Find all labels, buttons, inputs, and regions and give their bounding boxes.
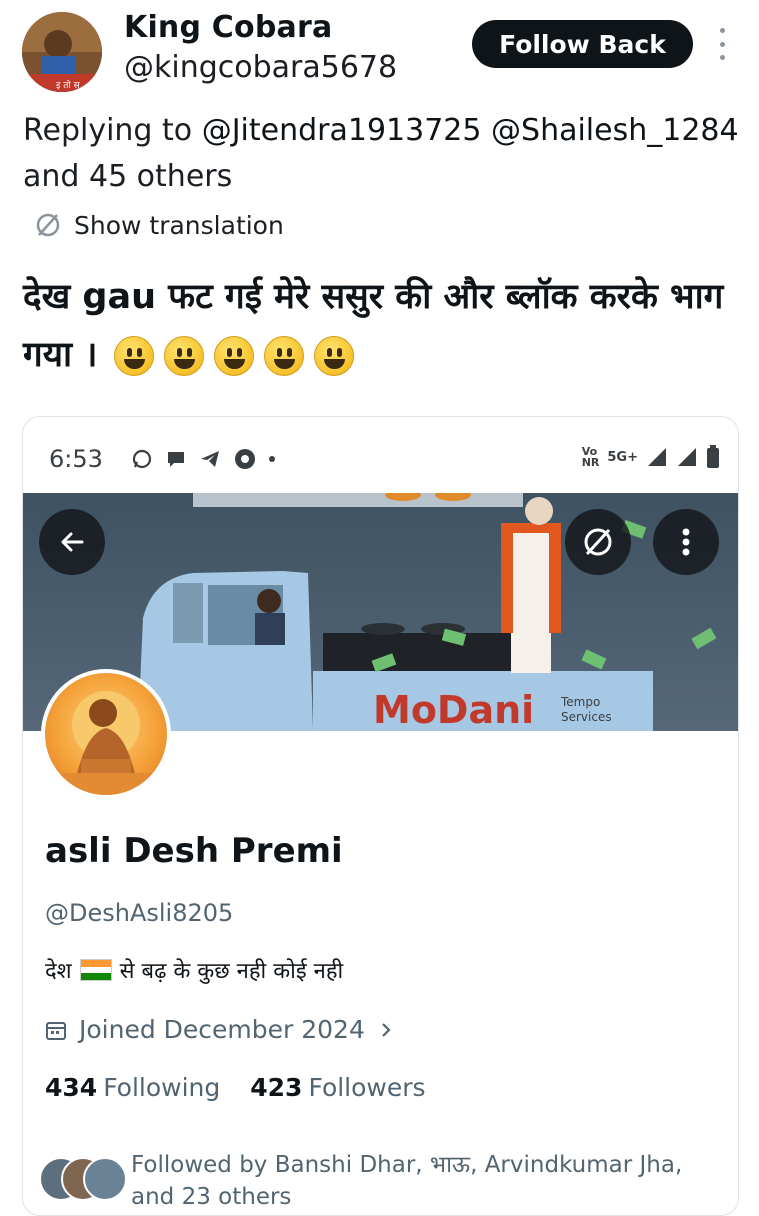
- banner-more-button[interactable]: [653, 509, 719, 575]
- bio-text-end: से बढ़ के कुछ नही कोई नही: [119, 959, 344, 984]
- author-name[interactable]: King Cobara: [124, 10, 332, 45]
- telegram-icon: [201, 451, 219, 467]
- status-time: 6:53: [49, 445, 103, 473]
- followers-label: Followers: [308, 1073, 426, 1102]
- phone-status-bar: 6:53 Vo NR 5G+: [23, 417, 738, 493]
- follow-counts: 434 Following 423 Followers: [45, 1073, 426, 1102]
- profile-display-name: asli Desh Premi: [45, 831, 343, 871]
- back-button[interactable]: [39, 509, 105, 575]
- profile-handle: @DeshAsli8205: [45, 899, 234, 927]
- more-vertical-icon: [682, 528, 690, 556]
- avatar: [83, 1157, 127, 1201]
- followers-count: 423: [250, 1073, 303, 1102]
- signal-icon: [678, 448, 696, 466]
- replying-prefix: Replying to: [23, 113, 193, 148]
- svg-text:इ तो स: इ तो स: [56, 79, 81, 91]
- show-translation-button[interactable]: Show translation: [34, 208, 284, 242]
- followed-by-avatars: [39, 1157, 129, 1201]
- tweet-text: देख gau फट गई मेरे ससुर की और ब्लॉक करके…: [23, 268, 743, 384]
- translate-icon: [584, 528, 612, 556]
- chat-bubble-icon: [168, 452, 184, 467]
- back-arrow-icon: [61, 532, 84, 552]
- mention-link[interactable]: @Jitendra1913725: [202, 113, 482, 148]
- joined-date: Joined December 2024: [79, 1015, 365, 1044]
- network-type: 5G+: [607, 449, 638, 465]
- grinning-emoji-icon: [113, 336, 154, 376]
- profile-bio: देश से बढ़ के कुछ नही कोई नही: [45, 955, 343, 985]
- svg-text:MoDani: MoDani: [373, 688, 534, 731]
- follow-back-button[interactable]: Follow Back: [472, 20, 693, 68]
- whatsapp-icon: [132, 449, 152, 469]
- show-translation-label: Show translation: [74, 210, 284, 240]
- volte-label: Vo NR: [581, 445, 600, 469]
- signal-icon: [648, 448, 666, 466]
- status-system-icons: Vo NR 5G+: [582, 445, 720, 469]
- svg-text:Tempo: Tempo: [560, 695, 600, 709]
- grinning-emoji-icon: [163, 336, 204, 376]
- following-label: Following: [103, 1073, 221, 1102]
- svg-text:Services: Services: [561, 710, 612, 724]
- battery-icon: [707, 445, 719, 468]
- author-handle[interactable]: @kingcobara5678: [124, 50, 397, 85]
- grinning-emoji-icon: [313, 336, 354, 376]
- more-vertical-icon[interactable]: [712, 28, 732, 60]
- replying-others-link[interactable]: and 45 others: [23, 159, 232, 194]
- author-avatar[interactable]: इ तो स: [22, 12, 102, 92]
- profile-avatar[interactable]: [41, 669, 171, 799]
- replying-to-line: Replying to @Jitendra1913725 @Shailesh_1…: [23, 108, 743, 200]
- bio-text-start: देश: [45, 959, 72, 984]
- mention-link[interactable]: @Shailesh_1284: [491, 113, 739, 148]
- following-count: 434: [45, 1073, 98, 1102]
- banner-translate-button[interactable]: [565, 509, 631, 575]
- followed-by-text: Followed by Banshi Dhar, भाऊ, Arvindkuma…: [131, 1152, 683, 1210]
- joined-date-row[interactable]: Joined December 2024: [45, 1015, 395, 1044]
- profile-avatar-image: [55, 691, 157, 795]
- emoji-row: [113, 336, 354, 376]
- tweet-header: इ तो स King Cobara @kingcobara5678 Follo…: [0, 0, 759, 100]
- chevron-right-icon: [382, 1022, 391, 1037]
- grinning-emoji-icon: [263, 336, 304, 376]
- calendar-icon: [46, 1021, 66, 1040]
- followers-link[interactable]: 423 Followers: [250, 1073, 425, 1102]
- author-avatar-image: इ तो स: [22, 12, 102, 92]
- translate-icon: [36, 213, 60, 237]
- india-flag-icon: [79, 959, 112, 981]
- globe-icon: [235, 449, 255, 469]
- grinning-emoji-icon: [213, 336, 254, 376]
- embedded-image-card[interactable]: 6:53 Vo NR 5G+ MoDani Tempo Services asl…: [22, 416, 739, 1216]
- status-notification-icons: [131, 447, 275, 471]
- more-notifications-dot-icon: [269, 456, 275, 462]
- following-link[interactable]: 434 Following: [45, 1073, 220, 1102]
